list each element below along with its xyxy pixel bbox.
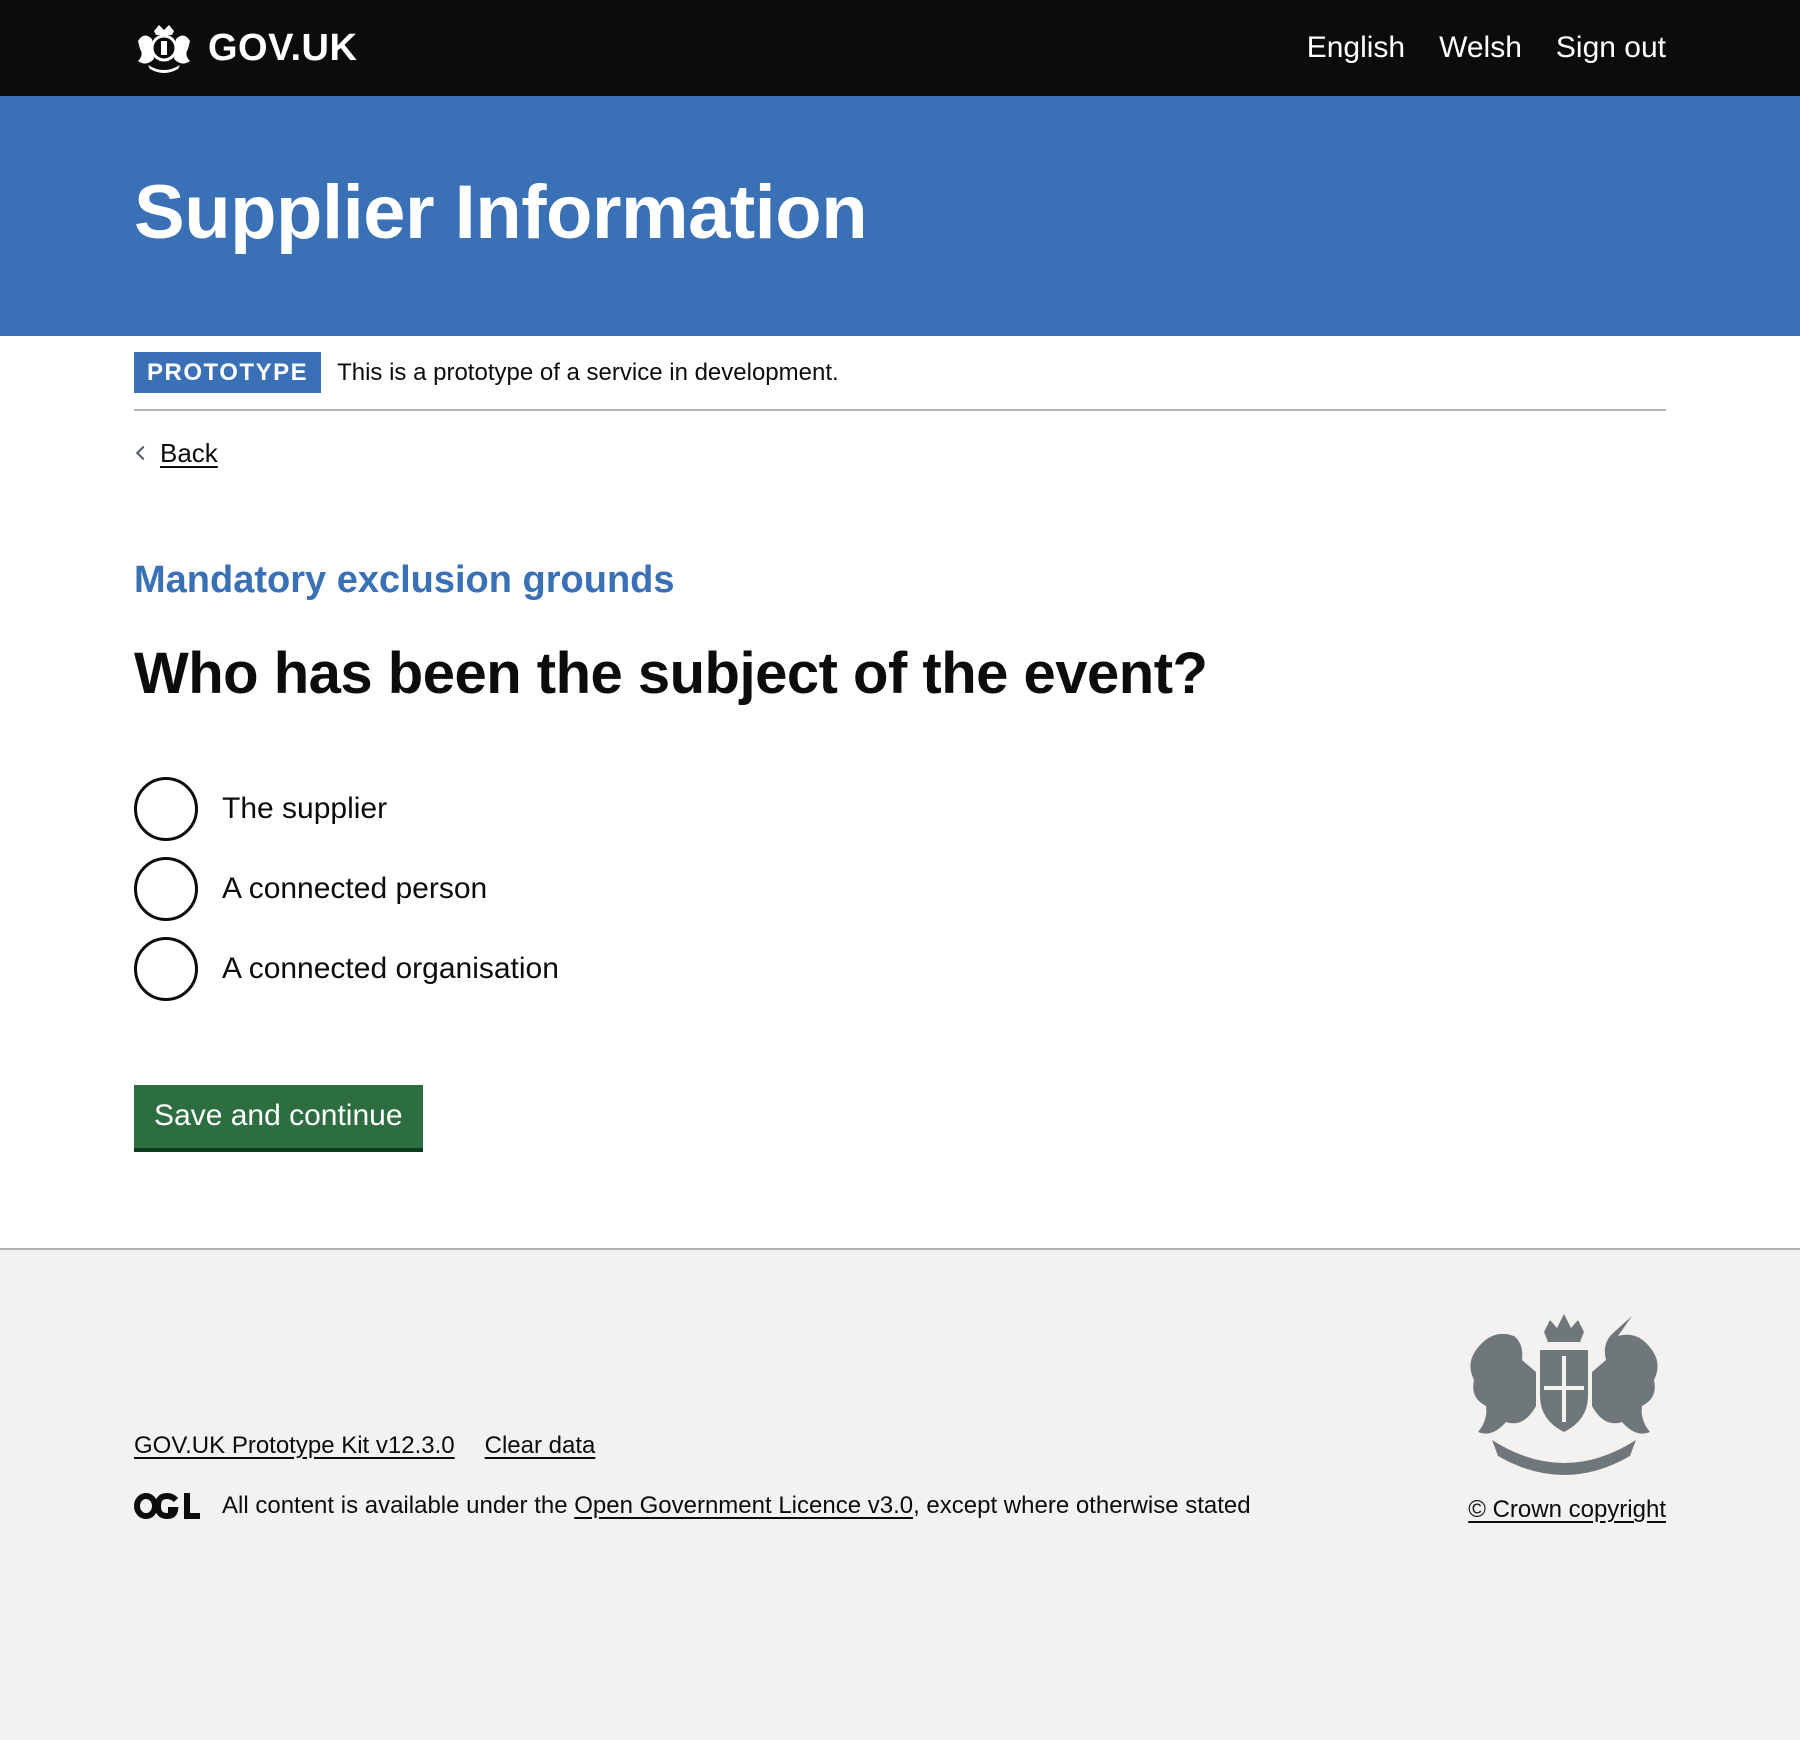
footer-links: GOV.UK Prototype Kit v12.3.0 Clear data	[134, 1432, 595, 1460]
welsh-link[interactable]: Welsh	[1439, 31, 1522, 65]
licence-text: All content is available under the Open …	[222, 1492, 1251, 1520]
radio-button[interactable]	[134, 777, 198, 841]
chevron-left-icon	[135, 445, 151, 461]
royal-coat-of-arms-icon	[1470, 1314, 1658, 1475]
save-and-continue-button[interactable]: Save and continue	[134, 1085, 423, 1148]
radio-option-supplier[interactable]: The supplier	[134, 777, 1666, 841]
govuk-logo-link[interactable]: GOV.UK	[134, 21, 357, 75]
phase-banner: PROTOTYPE This is a prototype of a servi…	[134, 336, 1666, 411]
sign-out-link[interactable]: Sign out	[1556, 31, 1666, 65]
top-bar: GOV.UK English Welsh Sign out	[0, 0, 1800, 96]
english-link[interactable]: English	[1307, 31, 1405, 65]
clear-data-link[interactable]: Clear data	[485, 1432, 596, 1460]
open-government-licence-link[interactable]: Open Government Licence v3.0	[574, 1492, 913, 1519]
radio-button[interactable]	[134, 937, 198, 1001]
service-banner: Supplier Information	[0, 96, 1800, 336]
prototype-kit-link[interactable]: GOV.UK Prototype Kit v12.3.0	[134, 1432, 455, 1460]
radio-label[interactable]: A connected organisation	[222, 952, 559, 986]
header-nav: English Welsh Sign out	[1307, 31, 1666, 65]
crown-icon	[138, 25, 190, 73]
ogl-logo-icon	[134, 1492, 200, 1520]
footer: GOV.UK Prototype Kit v12.3.0 Clear data …	[0, 1248, 1800, 1740]
main-content: Mandatory exclusion grounds Who has been…	[134, 469, 1666, 1148]
radio-label[interactable]: The supplier	[222, 792, 387, 826]
licence-prefix: All content is available under the	[222, 1492, 575, 1519]
radio-label[interactable]: A connected person	[222, 872, 487, 906]
logo-text: GOV.UK	[208, 26, 358, 69]
phase-tag: PROTOTYPE	[134, 352, 322, 393]
crown-copyright-link[interactable]: © Crown copyright	[1468, 1496, 1666, 1524]
licence-row: All content is available under the Open …	[134, 1492, 1251, 1520]
question-heading: Who has been the subject of the event?	[134, 641, 1208, 706]
licence-suffix: , except where otherwise stated	[913, 1492, 1251, 1519]
phase-text: This is a prototype of a service in deve…	[337, 358, 839, 386]
back-link-container: Back	[134, 437, 1666, 469]
radio-button[interactable]	[134, 857, 198, 921]
back-link[interactable]: Back	[160, 438, 218, 469]
radio-option-connected-person[interactable]: A connected person	[134, 857, 1666, 921]
question-caption: Mandatory exclusion grounds	[134, 559, 675, 601]
radio-group: The supplier A connected person A connec…	[134, 777, 1666, 1001]
radio-option-connected-organisation[interactable]: A connected organisation	[134, 937, 1666, 1001]
service-name: Supplier Information	[134, 169, 868, 255]
